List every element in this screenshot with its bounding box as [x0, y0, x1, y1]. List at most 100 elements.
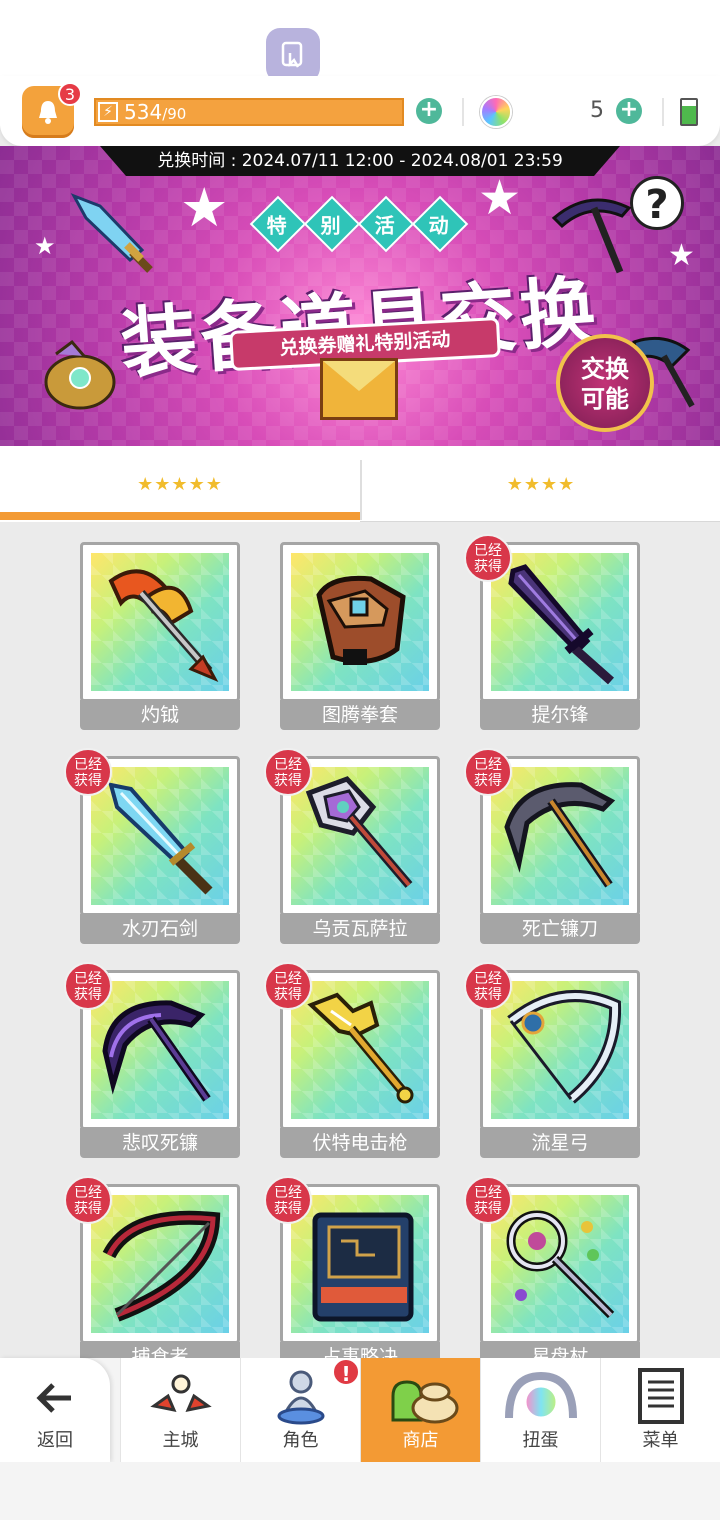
- owned-line1: 已经: [474, 543, 502, 559]
- energy-bar: ⚡ 534/90: [94, 98, 404, 126]
- item-card[interactable]: 已经 获得 水刃石剑: [64, 748, 240, 944]
- owned-line2: 获得: [74, 987, 102, 1003]
- item-name: 悲叹死镰: [80, 1128, 240, 1158]
- item-card[interactable]: 已经 获得 捕食者: [64, 1176, 240, 1362]
- item-art: [291, 981, 429, 1119]
- tag-char: 动: [411, 195, 469, 253]
- shop-icon: [391, 1380, 458, 1424]
- nav-shop[interactable]: 商店: [360, 1358, 480, 1462]
- tag-char: 活: [357, 195, 415, 253]
- item-grid: 灼钺 图腾拳套 已经 获得 提尔锋 已经 获得 水刃石剑 已经 获得 乌贡瓦萨拉…: [0, 522, 720, 1362]
- owned-line1: 已经: [474, 971, 502, 987]
- owned-line2: 获得: [74, 1201, 102, 1217]
- owned-line1: 已经: [74, 1185, 102, 1201]
- bell-icon: [39, 101, 57, 124]
- nav-label: 商店: [402, 1430, 439, 1451]
- arrow-left-icon: [36, 1383, 71, 1413]
- owned-badge: 已经 获得: [464, 1176, 512, 1224]
- owned-badge: 已经 获得: [64, 748, 112, 796]
- special-event-tag: 特 别 活 动: [249, 195, 469, 253]
- owned-badge: 已经 获得: [64, 1176, 112, 1224]
- item-name: 灼钺: [80, 700, 240, 730]
- item-card[interactable]: 已经 获得 提尔锋: [464, 534, 640, 730]
- main-city-icon: [149, 1374, 212, 1413]
- death-scythe-icon: [504, 782, 616, 888]
- item-card[interactable]: 图腾拳套: [280, 542, 440, 730]
- tab-five-star[interactable]: ★★★★★: [0, 446, 360, 522]
- item-card[interactable]: 已经 获得 占事略决: [264, 1176, 440, 1362]
- owned-line2: 获得: [74, 773, 102, 789]
- add-energy-button[interactable]: +: [416, 98, 442, 124]
- item-name: 伏特电击枪: [280, 1128, 440, 1158]
- energy-max: /90: [162, 105, 187, 123]
- item-name: 死亡镰刀: [480, 914, 640, 944]
- item-art: [91, 767, 229, 905]
- owned-line2: 获得: [474, 773, 502, 789]
- lightning-icon: ⚡: [98, 102, 118, 122]
- bottom-safe-area: [0, 1462, 720, 1520]
- owned-badge: 已经 获得: [464, 748, 512, 796]
- exchange-badge-line2: 可能: [581, 385, 629, 413]
- tag-char: 特: [249, 195, 307, 253]
- assistive-touch-icon[interactable]: [266, 28, 320, 82]
- crystal-sword-icon: [70, 193, 153, 273]
- item-card[interactable]: 已经 获得 流星弓: [464, 962, 640, 1158]
- tome-icon: [312, 1212, 414, 1322]
- character-alert-badge: !: [332, 1358, 360, 1386]
- axe-icon: [108, 569, 219, 683]
- predator-bow-icon: [102, 1210, 221, 1322]
- gacha-icon: [504, 1371, 577, 1420]
- nav-label: 主城: [162, 1430, 199, 1451]
- owned-line1: 已经: [274, 971, 302, 987]
- meteor-bow-icon: [507, 990, 622, 1104]
- help-button[interactable]: ?: [630, 176, 684, 230]
- tag-char: 别: [303, 195, 361, 253]
- item-card[interactable]: 已经 获得 死亡镰刀: [464, 748, 640, 944]
- divider: [462, 98, 464, 126]
- item-card[interactable]: 已经 获得 伏特电击枪: [264, 962, 440, 1158]
- nav-label: 角色: [282, 1430, 319, 1451]
- lament-scythe-icon: [102, 1000, 211, 1102]
- owned-line2: 获得: [474, 1201, 502, 1217]
- battle-axe-icon: [305, 776, 413, 888]
- nav-menu[interactable]: 菜单: [600, 1358, 720, 1462]
- owned-badge: 已经 获得: [64, 962, 112, 1010]
- nav-gacha[interactable]: 扭蛋: [480, 1358, 600, 1462]
- exchange-available-badge: 交换 可能: [556, 334, 654, 432]
- star-icon: ★: [34, 232, 56, 260]
- tab-four-star[interactable]: ★★★★: [362, 446, 720, 522]
- item-art: [491, 1195, 629, 1333]
- owned-line2: 获得: [274, 1201, 302, 1217]
- battery-icon: [680, 98, 698, 126]
- item-art: [291, 553, 429, 691]
- character-icon: [277, 1370, 324, 1425]
- item-name: 流星弓: [480, 1128, 640, 1158]
- add-gem-button[interactable]: +: [616, 98, 642, 124]
- item-name: 乌贡瓦萨拉: [280, 914, 440, 944]
- owned-line2: 获得: [474, 559, 502, 575]
- item-card[interactable]: 已经 获得 乌贡瓦萨拉: [264, 748, 440, 944]
- dark-sword-icon: [508, 564, 614, 685]
- item-art: [491, 553, 629, 691]
- item-card[interactable]: 已经 获得 星盘杖: [464, 1176, 640, 1362]
- energy-current: 534: [124, 100, 163, 124]
- nav-label: 菜单: [642, 1430, 679, 1451]
- notification-count-badge: 3: [58, 82, 82, 106]
- item-card[interactable]: 已经 获得 悲叹死镰: [64, 962, 240, 1158]
- event-banner: 兑换时间 : 2024.07/11 12:00 - 2024.08/01 23:…: [0, 146, 720, 446]
- item-card[interactable]: 灼钺: [80, 542, 240, 730]
- item-art: [491, 981, 629, 1119]
- back-button[interactable]: 返回: [0, 1358, 110, 1462]
- star-icon: ★: [668, 238, 695, 273]
- top-strip: [0, 0, 720, 80]
- nav-main-city[interactable]: 主城: [120, 1358, 240, 1462]
- volt-gun-icon: [307, 992, 414, 1104]
- item-art: [291, 1195, 429, 1333]
- gem-icon: [480, 96, 512, 128]
- item-name: 水刃石剑: [80, 914, 240, 944]
- astrolabe-staff-icon: [506, 1210, 615, 1319]
- item-art: [91, 1195, 229, 1333]
- owned-badge: 已经 获得: [464, 534, 512, 582]
- star-icon: ★: [478, 170, 522, 226]
- owned-badge: 已经 获得: [264, 962, 312, 1010]
